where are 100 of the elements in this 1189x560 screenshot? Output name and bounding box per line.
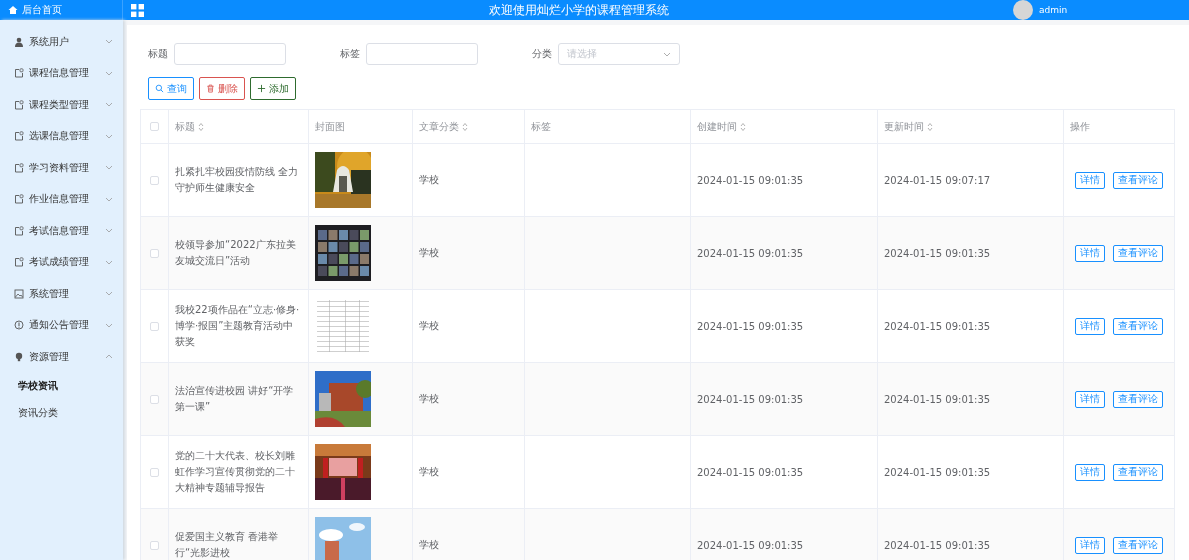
delete-button[interactable]: 删除 (199, 77, 245, 100)
row-checkbox[interactable] (150, 540, 159, 550)
chevron-down-icon (105, 102, 113, 108)
sort-icon[interactable] (462, 121, 468, 132)
action-button[interactable]: 查看评论 (1113, 171, 1163, 189)
chevron-up-icon (105, 354, 113, 360)
sidebar-item[interactable]: 学习资料管理 (0, 152, 123, 184)
table-cell: 2024-01-15 09:01:35 (697, 174, 804, 186)
submenu-item[interactable]: 资讯分类 (0, 399, 123, 427)
column-header: 标题 (175, 119, 195, 134)
column-header: 创建时间 (697, 119, 737, 134)
document-icon (14, 225, 24, 236)
table-cell-text: 党的二十大代表、校长刘雕虹作学习宣传贯彻党的二十大精神专题辅导报告 (175, 449, 296, 495)
chevron-down-icon (105, 70, 113, 76)
sidebar-item[interactable]: 资源管理 (0, 341, 123, 373)
avatar[interactable] (1013, 0, 1033, 20)
home-icon (8, 5, 18, 15)
trash-icon (206, 84, 215, 93)
filter-label: 分类 (532, 47, 552, 61)
chevron-down-icon (105, 322, 113, 328)
input-field[interactable] (366, 43, 478, 65)
sort-icon[interactable] (198, 121, 204, 132)
sidebar-item[interactable]: 作业信息管理 (0, 183, 123, 215)
sidebar-item[interactable]: 通知公告管理 (0, 309, 123, 341)
table-cell: 学校 (419, 319, 439, 333)
search-button[interactable]: 查询 (148, 77, 194, 100)
column-header: 标签 (531, 119, 551, 134)
chevron-down-icon (105, 133, 113, 139)
chevron-down-icon (105, 196, 113, 202)
grid-menu-icon[interactable] (131, 3, 144, 17)
table-cell: 学校 (419, 392, 439, 406)
document-icon (14, 162, 24, 173)
table-cell: 学校 (419, 173, 439, 187)
sidebar-item[interactable]: 选课信息管理 (0, 120, 123, 152)
sidebar-item[interactable]: 考试信息管理 (0, 215, 123, 247)
table-cell: 2024-01-15 09:01:35 (884, 247, 991, 259)
sidebar-item[interactable]: 课程类型管理 (0, 89, 123, 121)
chevron-down-icon (663, 51, 671, 57)
action-button[interactable]: 详情 (1075, 463, 1105, 481)
action-button[interactable]: 详情 (1075, 390, 1105, 408)
action-button[interactable]: 查看评论 (1113, 463, 1163, 481)
bulb-icon (14, 351, 24, 362)
table-cell-text: 扎紧扎牢校园疫情防线 全力守护师生健康安全 (175, 165, 300, 195)
info-icon (14, 320, 24, 331)
column-header: 操作 (1070, 119, 1090, 134)
row-checkbox[interactable] (150, 467, 159, 477)
chevron-down-icon (105, 259, 113, 265)
user-name[interactable]: admin (1039, 5, 1068, 15)
chevron-down-icon (105, 291, 113, 297)
table-cell-text: 校领导参加“2022广东拉美友城交流日”活动 (175, 238, 297, 268)
row-checkbox[interactable] (150, 248, 159, 258)
chevron-down-icon (105, 39, 113, 45)
document-icon (14, 194, 24, 205)
table-cell: 学校 (419, 465, 439, 479)
filter-label: 标题 (148, 47, 168, 61)
image-icon (14, 288, 24, 299)
table-cell-text: 促爱国主义教育 香港举行“光影进校 (175, 530, 280, 560)
add-button[interactable]: 添加 (250, 77, 296, 100)
column-header: 文章分类 (419, 119, 459, 134)
sidebar-item[interactable]: 课程信息管理 (0, 57, 123, 89)
table-cell: 2024-01-15 09:01:35 (697, 539, 804, 551)
plus-icon (257, 84, 266, 93)
table-cell-text: 我校22项作品在“立志·修身·博学·报国”主题教育活动中获奖 (175, 303, 301, 349)
action-button[interactable]: 详情 (1075, 244, 1105, 262)
page-title: 欢迎使用灿烂小学的课程管理系统 (487, 1, 670, 19)
input-field[interactable] (174, 43, 286, 65)
row-checkbox[interactable] (150, 175, 159, 185)
action-button[interactable]: 详情 (1075, 536, 1105, 554)
table-cell: 2024-01-15 09:01:35 (697, 247, 804, 259)
action-button[interactable]: 详情 (1075, 317, 1105, 335)
table-cell-text: 法治宣传进校园 讲好“开学第一课” (175, 384, 295, 414)
document-icon (14, 99, 24, 110)
table-cell: 2024-01-15 09:01:35 (697, 466, 804, 478)
sidebar-item[interactable]: 系统用户 (0, 26, 123, 58)
table-cell: 学校 (419, 538, 439, 552)
table-cell: 2024-01-15 09:01:35 (884, 539, 991, 551)
sort-icon[interactable] (927, 121, 933, 132)
table-cell: 2024-01-15 09:01:35 (884, 466, 991, 478)
row-checkbox[interactable] (150, 394, 159, 404)
document-icon (14, 257, 24, 268)
action-button[interactable]: 详情 (1075, 171, 1105, 189)
sidebar-item[interactable]: 系统管理 (0, 278, 123, 310)
table-cell: 2024-01-15 09:01:35 (697, 320, 804, 332)
action-button[interactable]: 查看评论 (1113, 317, 1163, 335)
table-cell: 2024-01-15 09:07:17 (884, 174, 991, 186)
row-checkbox[interactable] (150, 321, 159, 331)
action-button[interactable]: 查看评论 (1113, 390, 1163, 408)
column-header: 更新时间 (884, 119, 924, 134)
action-button[interactable]: 查看评论 (1113, 536, 1163, 554)
document-icon (14, 68, 24, 79)
submenu-item[interactable]: 学校资讯 (0, 372, 123, 400)
table-cell: 2024-01-15 09:01:35 (884, 393, 991, 405)
document-icon (14, 131, 24, 142)
filter-label: 标签 (340, 47, 360, 61)
column-header: 封面图 (315, 119, 345, 134)
select-all-checkbox[interactable] (150, 122, 159, 131)
sort-icon[interactable] (740, 121, 746, 132)
action-button[interactable]: 查看评论 (1113, 244, 1163, 262)
table-cell: 2024-01-15 09:01:35 (884, 320, 991, 332)
sidebar-item[interactable]: 考试成绩管理 (0, 246, 123, 278)
